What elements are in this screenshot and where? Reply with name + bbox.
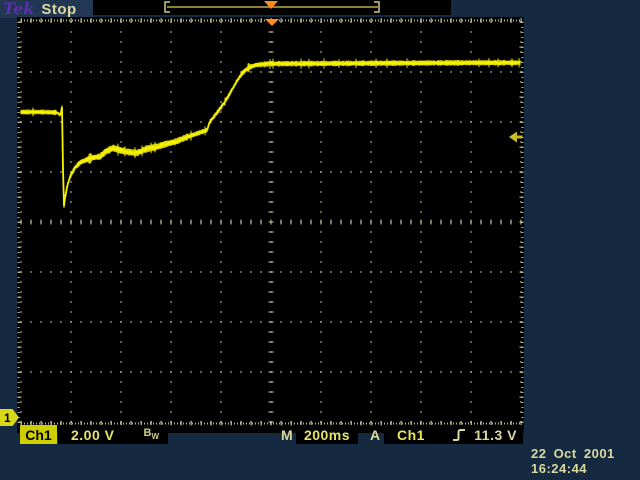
- time-label: 16:24:44: [531, 461, 635, 476]
- trigger-readout: Ch1 11.3 V: [384, 425, 523, 444]
- ch1-badge: Ch1: [20, 425, 57, 444]
- waveform-display: [17, 17, 524, 433]
- plot-markers: [17, 17, 524, 433]
- ch1-scale-value: 2.00 V: [71, 427, 114, 443]
- trigger-level-value: 11.3 V: [474, 427, 517, 443]
- tek-logo: Tek: [3, 1, 34, 17]
- rising-edge-icon: [452, 428, 466, 442]
- record-trigger-position-icon: [264, 1, 278, 9]
- trigger-position-marker-icon: [265, 19, 279, 26]
- ch1-ground-marker-label: 1: [4, 411, 11, 425]
- timebase-prefix: M: [281, 427, 293, 443]
- timebase-value: 200ms: [304, 427, 350, 443]
- record-view-graphic: [93, 0, 451, 15]
- datetime-display: 22 Oct 2001 16:24:44: [531, 446, 635, 476]
- status-box: Tek Stop: [0, 0, 93, 18]
- trigger-source: Ch1: [397, 427, 425, 443]
- timebase-readout: 200ms: [296, 425, 358, 444]
- trigger-level-arrow-icon: [509, 132, 523, 143]
- record-view-bar: [93, 0, 451, 15]
- trigger-prefix: A: [370, 427, 381, 443]
- date-label: 22 Oct 2001: [531, 446, 635, 461]
- bandwidth-limit-icon: BW: [143, 428, 159, 441]
- oscilloscope-screen: Tek Stop 1 Ch1 2.00 V BW M 200ms A: [0, 0, 640, 480]
- ch1-scale-readout: 2.00 V BW: [58, 425, 168, 444]
- acquisition-status: Stop: [41, 1, 76, 18]
- ch1-badge-label: Ch1: [25, 427, 51, 443]
